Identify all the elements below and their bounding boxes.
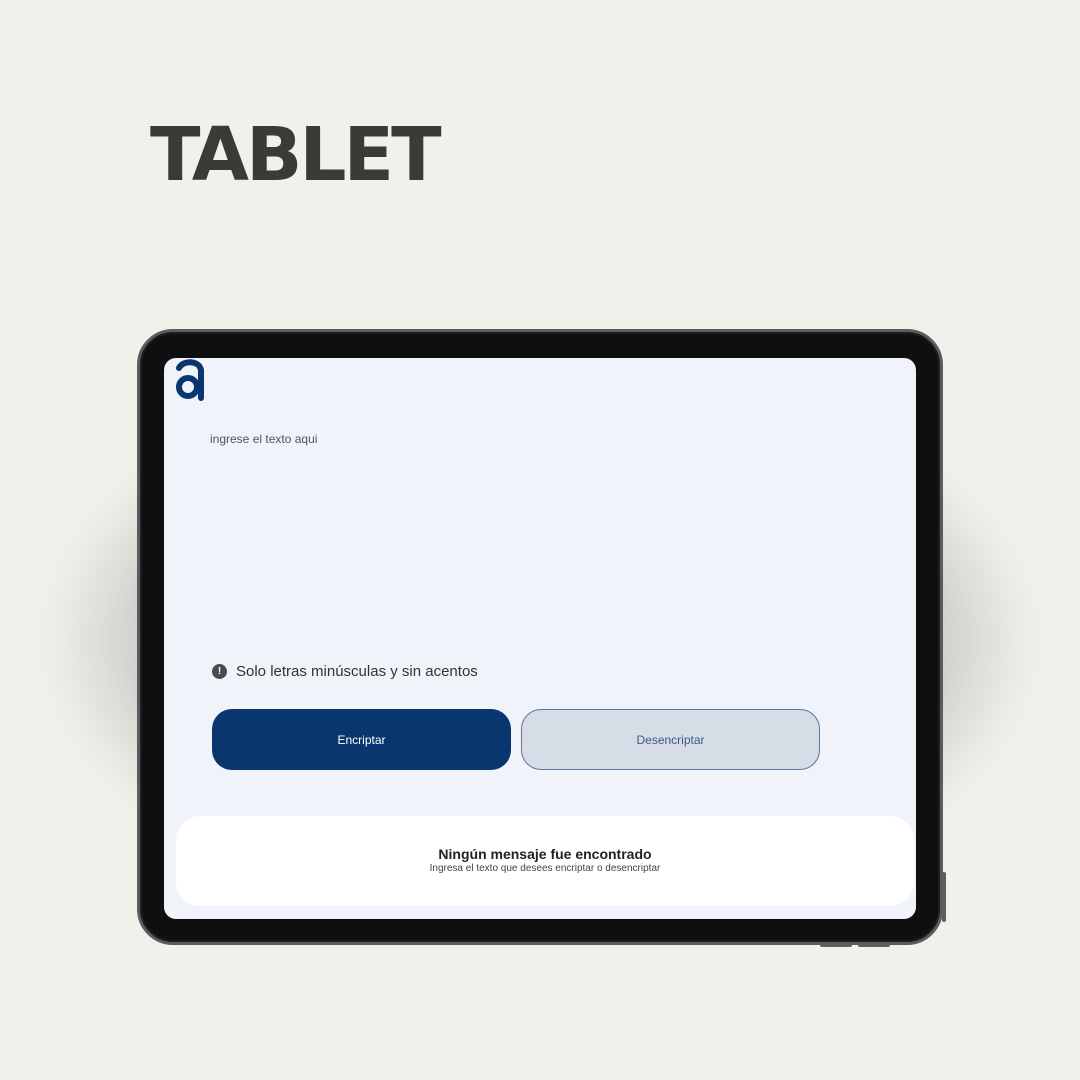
power-button — [942, 872, 946, 922]
page-heading: TABLET — [150, 112, 442, 198]
app-logo — [176, 359, 204, 401]
volume-down-button — [858, 943, 890, 947]
result-title: Ningún mensaje fue encontrado — [438, 846, 652, 862]
text-input[interactable] — [210, 432, 850, 652]
encrypt-button[interactable]: Encriptar — [212, 709, 511, 770]
tablet-frame: ! Solo letras minúsculas y sin acentos E… — [137, 329, 946, 947]
hint-text: Solo letras minúsculas y sin acentos — [236, 663, 478, 680]
mockup-stage: TABLET ! Solo letras minúsculas y sin ac… — [0, 0, 1080, 1080]
volume-up-button — [820, 943, 852, 947]
tablet-screen: ! Solo letras minúsculas y sin acentos E… — [164, 358, 916, 919]
input-hint: ! Solo letras minúsculas y sin acentos — [212, 663, 478, 680]
result-subtitle: Ingresa el texto que desees encriptar o … — [429, 863, 661, 875]
result-panel: Ningún mensaje fue encontrado Ingresa el… — [176, 816, 914, 906]
decrypt-button[interactable]: Desencriptar — [521, 709, 820, 770]
exclamation-circle-icon: ! — [212, 664, 227, 679]
